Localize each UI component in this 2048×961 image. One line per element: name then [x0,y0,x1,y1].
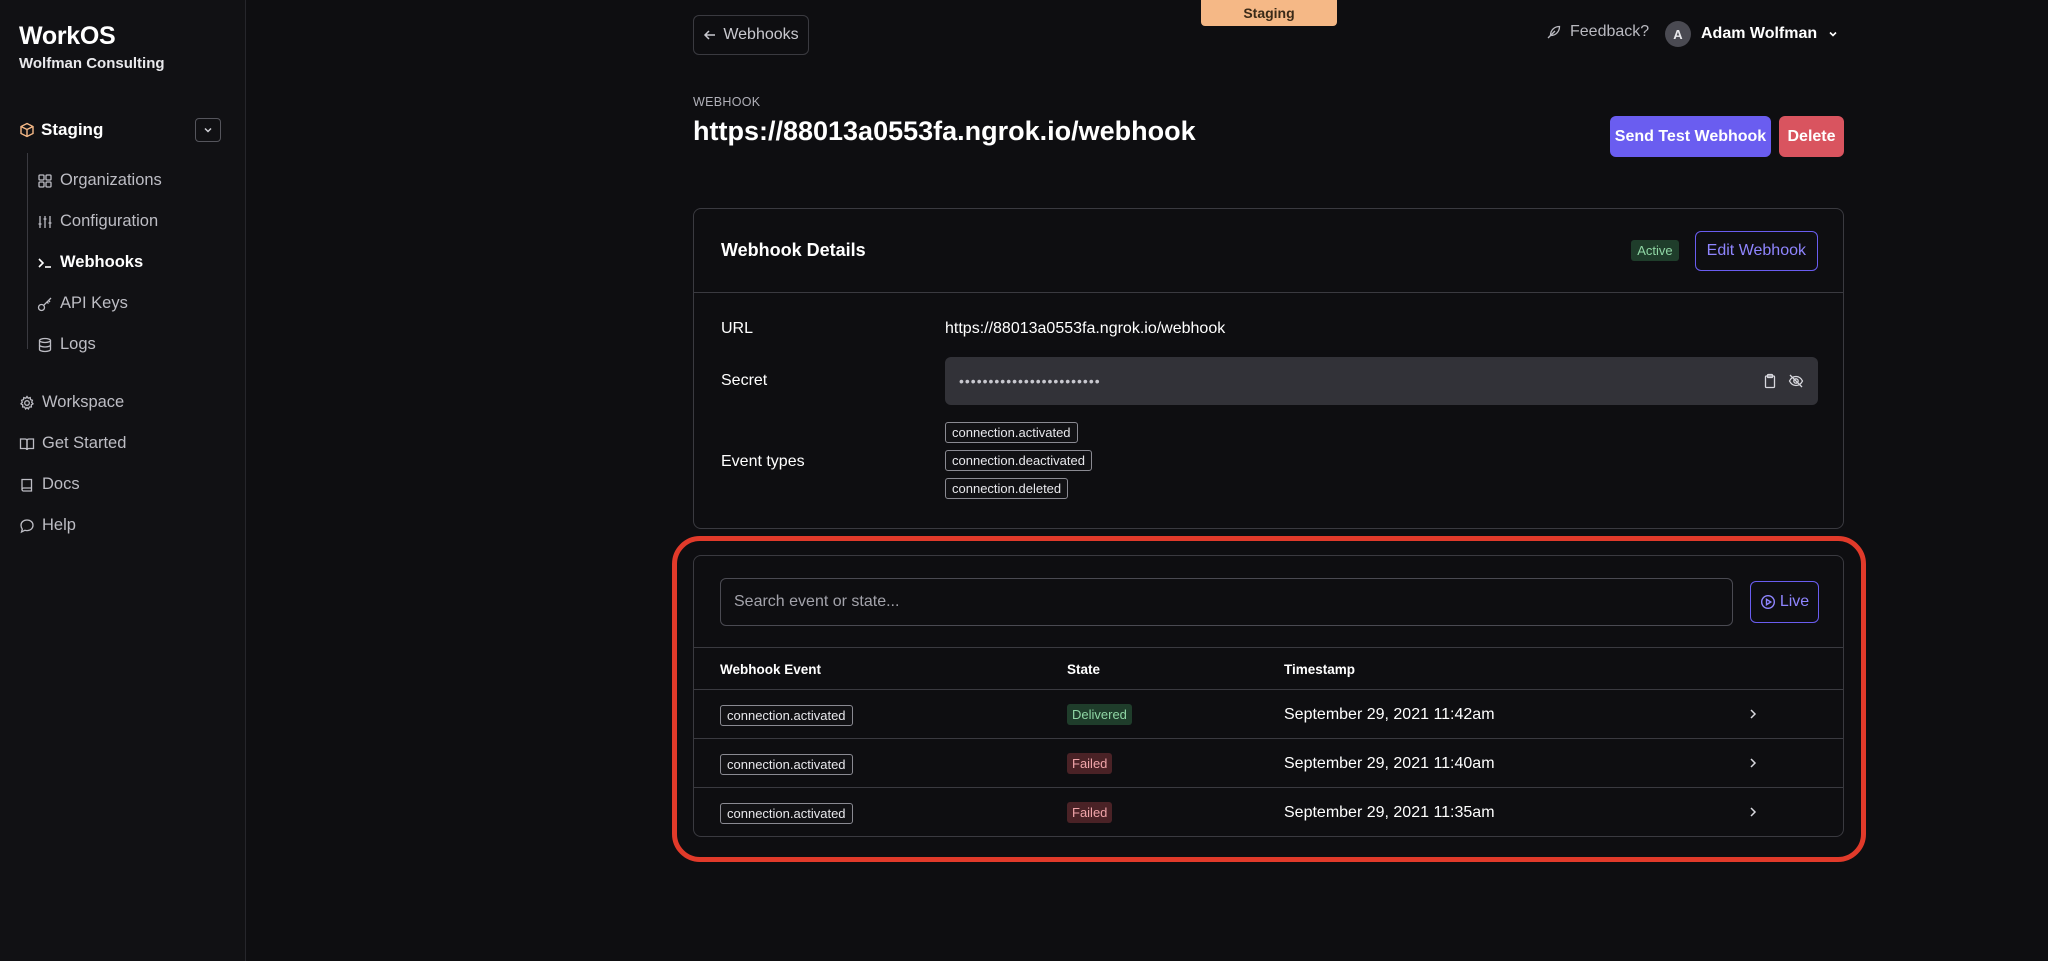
key-icon [37,296,53,312]
webhook-details-header: Webhook Details Active Edit Webhook [694,209,1843,293]
user-name: Adam Wolfman [1701,25,1818,42]
page-kicker: WEBHOOK [693,95,761,109]
sliders-icon [37,214,53,230]
sidebar-item-help[interactable]: Help [19,505,126,546]
sidebar: WorkOS Wolfman Consulting Staging Organi… [0,0,246,961]
back-button-label: Webhooks [723,26,799,43]
environment-label: Staging [41,120,104,139]
page-title: https://88013a0553fa.ngrok.io/webhook [693,116,1196,146]
event-type-tag: connection.deleted [945,478,1069,499]
event-types-label: Event types [721,453,805,470]
book-icon [19,477,35,493]
webhook-details-card: Webhook Details Active Edit Webhook URL … [693,208,1844,529]
grid-icon [37,173,53,189]
chevron-down-icon [202,124,214,136]
sidebar-item-label: Logs [60,335,96,353]
terminal-icon [37,255,53,271]
feedback-button[interactable]: Feedback? [1546,23,1649,41]
sidebar-item-label: Help [42,516,76,534]
sidebar-item-label: Organizations [60,171,162,189]
book-open-icon [19,436,35,452]
main-nav: Workspace Get Started Docs Help [19,382,126,546]
user-menu[interactable]: A Adam Wolfman [1665,21,1839,47]
sidebar-item-label: Docs [42,475,80,493]
environment-selector[interactable]: Staging [19,117,221,143]
sidebar-item-configuration[interactable]: Configuration [37,201,162,242]
sidebar-item-label: Webhooks [60,253,144,271]
sidebar-item-docs[interactable]: Docs [19,464,126,505]
database-icon [37,337,53,353]
sidebar-item-label: Configuration [60,212,159,230]
secret-actions [1762,373,1804,389]
url-label: URL [721,320,754,337]
sidebar-item-organizations[interactable]: Organizations [37,160,162,201]
cube-icon [19,122,35,138]
event-types-list: connection.activated connection.deactiva… [945,422,1092,499]
secret-label: Secret [721,372,768,389]
organization-name: Wolfman Consulting [19,55,165,72]
sidebar-item-get-started[interactable]: Get Started [19,423,126,464]
event-type-tag: connection.activated [945,422,1078,443]
secret-field[interactable]: •••••••••••••••••••••••• [945,357,1818,405]
sidebar-item-api-keys[interactable]: API Keys [37,283,162,324]
send-test-webhook-button[interactable]: Send Test Webhook [1610,116,1771,157]
avatar: A [1665,21,1691,47]
highlight-annotation [672,536,1866,862]
sidebar-item-label: API Keys [60,294,128,312]
arrow-left-icon [703,28,717,42]
sidebar-item-label: Workspace [42,393,125,411]
brand-logo[interactable]: WorkOS [19,22,165,51]
nav-tree-line [27,153,28,349]
environment-toggle-button[interactable] [195,118,221,142]
sidebar-item-label: Get Started [42,434,127,452]
gear-icon [19,394,35,411]
edit-webhook-button[interactable]: Edit Webhook [1694,230,1818,271]
status-badge: Active [1631,240,1679,261]
sidebar-item-workspace[interactable]: Workspace [19,382,126,423]
event-type-tag: connection.deactivated [945,450,1092,471]
delete-button[interactable]: Delete [1779,116,1844,157]
feather-icon [1546,24,1562,40]
brand: WorkOS Wolfman Consulting [19,22,165,72]
eye-off-icon[interactable] [1788,373,1804,389]
chevron-down-icon [1827,28,1839,40]
url-value: https://88013a0553fa.ngrok.io/webhook [945,320,1226,337]
clipboard-icon[interactable] [1762,373,1778,389]
secret-value: •••••••••••••••••••••••• [959,373,1101,389]
webhook-details-title: Webhook Details [721,240,866,260]
environment-banner: Staging [1201,0,1337,26]
feedback-label: Feedback? [1570,23,1650,40]
back-to-webhooks-button[interactable]: Webhooks [693,15,809,55]
environment-nav: Organizations Configuration Webhooks API… [37,160,162,365]
sidebar-item-logs[interactable]: Logs [37,324,162,365]
sidebar-item-webhooks[interactable]: Webhooks [37,242,162,283]
chat-bubble-icon [19,518,35,534]
